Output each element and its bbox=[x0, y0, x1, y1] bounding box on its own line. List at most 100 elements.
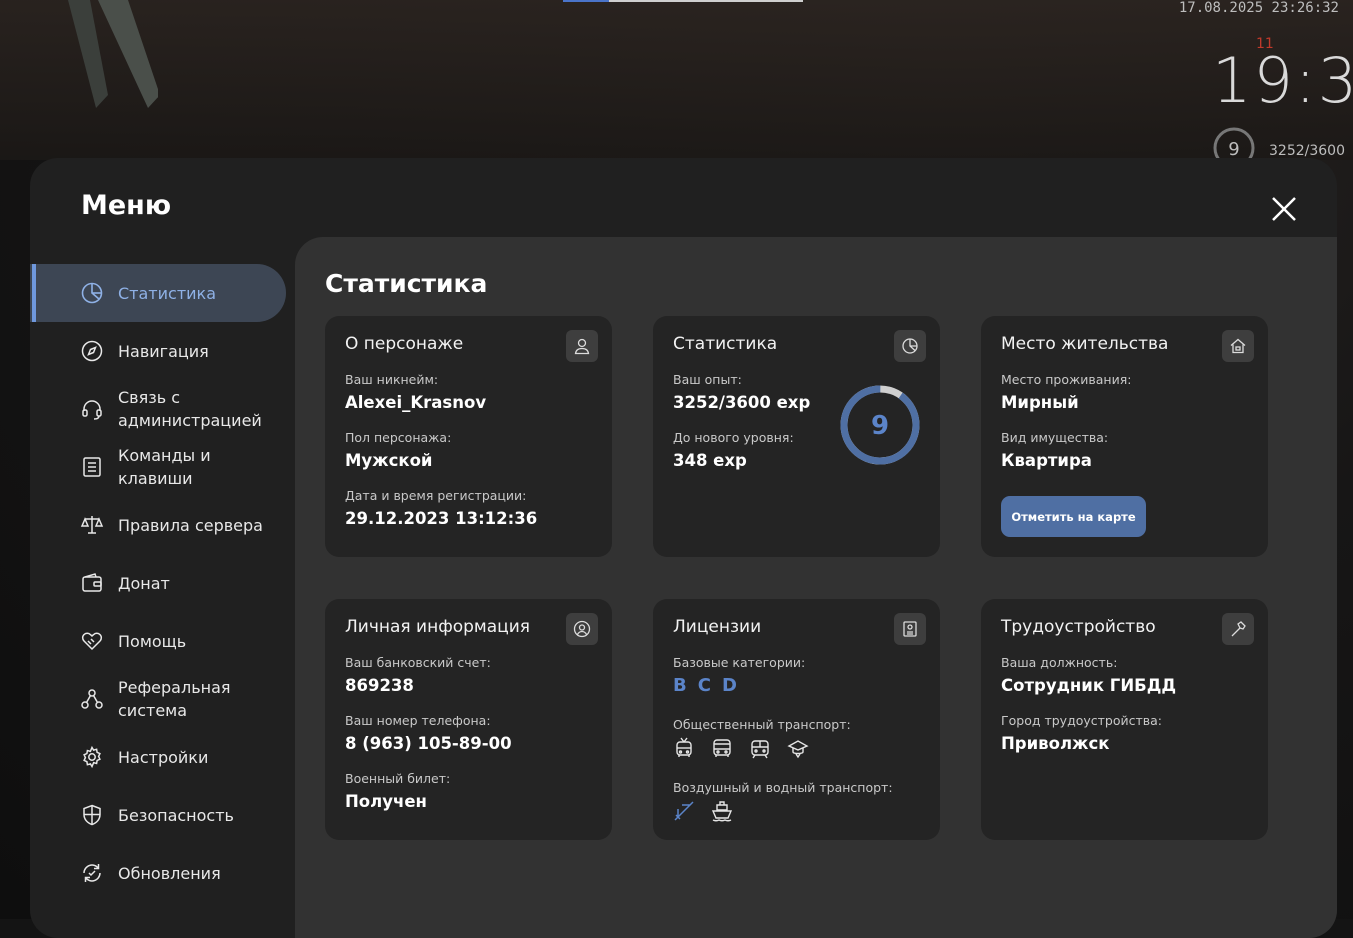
registration-value: 29.12.2023 13:12:36 bbox=[345, 509, 538, 528]
hammer-icon bbox=[1231, 621, 1246, 637]
card-licenses: Лицензии Базовые категории: BCD Обществе… bbox=[653, 599, 940, 840]
bank-account-value: 869238 bbox=[345, 676, 414, 695]
field-label: Базовые категории: bbox=[673, 655, 806, 670]
hud-progress-bar bbox=[563, 0, 803, 2]
close-icon bbox=[1272, 197, 1296, 221]
level-number: 9 bbox=[871, 411, 889, 441]
field-label: До нового уровня: bbox=[673, 430, 794, 445]
compass-icon bbox=[80, 339, 104, 363]
sidebar-item-label: Команды и клавиши bbox=[118, 446, 211, 488]
sidebar-item-label: Обновления bbox=[118, 863, 221, 883]
license-categories: BCD bbox=[673, 675, 748, 696]
sidebar-item-commands[interactable]: Команды и клавиши bbox=[30, 438, 290, 496]
headset-icon bbox=[80, 397, 104, 421]
military-id-value: Получен bbox=[345, 792, 427, 811]
public-transport-icons bbox=[673, 737, 809, 759]
taxi-cap-icon bbox=[787, 737, 809, 759]
field-label: Ваш никнейм: bbox=[345, 372, 439, 387]
sidebar-item-label: Безопасность bbox=[118, 805, 234, 825]
mark-on-map-button[interactable]: Отметить на карте bbox=[1001, 496, 1146, 537]
property-type-value: Квартира bbox=[1001, 451, 1092, 470]
card-title: Лицензии bbox=[673, 617, 762, 637]
house-icon bbox=[1230, 338, 1246, 354]
heart-handshake-icon bbox=[80, 629, 104, 653]
update-icon bbox=[80, 861, 104, 885]
card-icon-button bbox=[566, 330, 598, 362]
field-label: Вид имущества: bbox=[1001, 430, 1109, 445]
sidebar-item-label: Статистика bbox=[118, 283, 216, 303]
shield-icon bbox=[80, 803, 104, 827]
license-category: B bbox=[673, 675, 687, 696]
residence-value: Мирный bbox=[1001, 393, 1079, 412]
gender-value: Мужской bbox=[345, 451, 433, 470]
card-icon-button bbox=[566, 613, 598, 645]
air-water-transport-icons bbox=[673, 800, 733, 822]
card-icon-button bbox=[894, 613, 926, 645]
sidebar-item-donate[interactable]: Донат bbox=[30, 554, 290, 612]
sidebar-item-help[interactable]: Помощь bbox=[30, 612, 290, 670]
next-level-value: 348 exp bbox=[673, 451, 747, 470]
sidebar-item-label: Связь с администрацией bbox=[118, 388, 262, 430]
sidebar-item-updates[interactable]: Обновления bbox=[30, 844, 290, 902]
field-label: Ваш номер телефона: bbox=[345, 713, 491, 728]
sidebar-item-statistics[interactable]: Статистика bbox=[30, 264, 286, 322]
field-label: Место проживания: bbox=[1001, 372, 1132, 387]
content-panel: Статистика О персонаже Ваш никнейм: Alex… bbox=[295, 237, 1337, 938]
field-label: Воздушный и водный транспорт: bbox=[673, 780, 893, 795]
card-title: Статистика bbox=[673, 334, 778, 354]
field-label: Город трудоустройства: bbox=[1001, 713, 1163, 728]
card-icon-button bbox=[1222, 330, 1254, 362]
user-icon bbox=[574, 338, 590, 355]
card-employment: Трудоустройство Ваша должность: Сотрудни… bbox=[981, 599, 1268, 840]
sidebar-item-navigation[interactable]: Навигация bbox=[30, 322, 290, 380]
field-label: Ваша должность: bbox=[1001, 655, 1118, 670]
card-title: О персонаже bbox=[345, 334, 464, 354]
card-personal-info: Личная информация Ваш банковский счет: 8… bbox=[325, 599, 612, 840]
field-label: Пол персонажа: bbox=[345, 430, 452, 445]
tram-icon bbox=[749, 737, 771, 759]
field-label: Ваш опыт: bbox=[673, 372, 742, 387]
license-category: C bbox=[697, 675, 711, 696]
field-label: Военный билет: bbox=[345, 771, 451, 786]
license-category: D bbox=[721, 675, 737, 696]
svg-text:9: 9 bbox=[1228, 139, 1239, 160]
field-label: Ваш банковский счет: bbox=[345, 655, 491, 670]
card-icon-button bbox=[894, 330, 926, 362]
trolleybus-icon bbox=[673, 737, 695, 759]
sidebar-item-referral[interactable]: Реферальная система bbox=[30, 670, 290, 728]
sidebar-item-settings[interactable]: Настройки bbox=[30, 728, 290, 786]
card-title: Место жительства bbox=[1001, 334, 1169, 354]
ship-icon bbox=[711, 800, 733, 822]
hud-datetime: 17.08.2025 23:26:32 bbox=[1178, 0, 1339, 16]
job-position-value: Сотрудник ГИБДД bbox=[1001, 676, 1177, 695]
referral-network-icon bbox=[80, 687, 104, 711]
user-circle-icon bbox=[573, 620, 591, 638]
sidebar-item-security[interactable]: Безопасность bbox=[30, 786, 290, 844]
bus-icon bbox=[711, 737, 733, 759]
sidebar-item-label: Реферальная система bbox=[118, 678, 231, 720]
sidebar-item-admin-contact[interactable]: Связь с администрацией bbox=[30, 380, 290, 438]
sidebar-item-label: Правила сервера bbox=[118, 515, 263, 535]
card-character: О персонаже Ваш никнейм: Alexei_Krasnov … bbox=[325, 316, 612, 557]
pie-chart-icon bbox=[80, 281, 104, 305]
game-wall bbox=[0, 0, 1353, 160]
menu-title: Меню bbox=[81, 190, 172, 221]
close-button[interactable] bbox=[1267, 192, 1301, 226]
pie-chart-icon bbox=[902, 338, 918, 354]
game-character-legs bbox=[68, 0, 158, 108]
gear-icon bbox=[80, 745, 104, 769]
card-title: Личная информация bbox=[345, 617, 531, 637]
page-title: Статистика bbox=[325, 269, 488, 298]
hud-exp: 3252/3600 bbox=[1269, 143, 1345, 159]
card-statistics: Статистика Ваш опыт: 3252/3600 exp До но… bbox=[653, 316, 940, 557]
scales-icon bbox=[80, 513, 104, 537]
hud-clock: 19:30 bbox=[1212, 44, 1353, 117]
sidebar-item-rules[interactable]: Правила сервера bbox=[30, 496, 290, 554]
sidebar-item-label: Донат bbox=[118, 573, 170, 593]
sidebar-item-label: Настройки bbox=[118, 747, 209, 767]
document-list-icon bbox=[80, 455, 104, 479]
airplane-icon bbox=[673, 800, 695, 822]
card-icon-button bbox=[1222, 613, 1254, 645]
nickname-value: Alexei_Krasnov bbox=[345, 393, 487, 412]
field-label: Общественный транспорт: bbox=[673, 717, 851, 732]
